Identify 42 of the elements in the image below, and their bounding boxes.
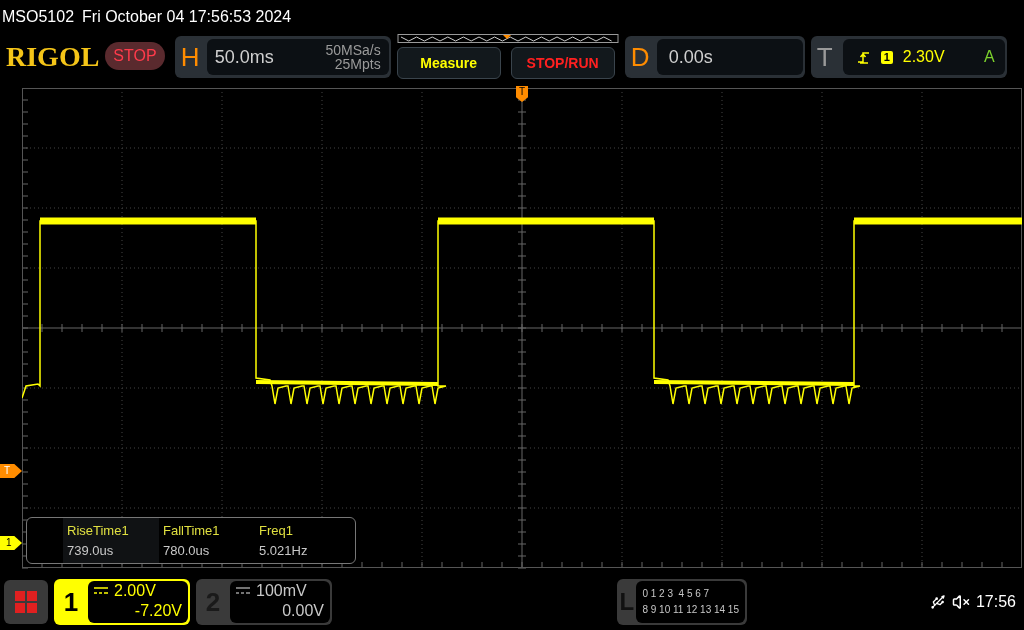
trigger-panel[interactable]: T 1 2.30V A [810, 36, 1007, 78]
trigger-position-marker[interactable]: T [516, 86, 528, 102]
usb-icon [929, 594, 946, 610]
dc-coupling-icon [94, 587, 108, 595]
logic-channels-high: 8 9 10 11 12 13 14 15 [642, 603, 739, 617]
memory-depth: 25Mpts [334, 57, 381, 71]
delay-value: 0.00s [668, 45, 713, 69]
sample-rate: 50MSa/s [325, 43, 381, 57]
trigger-key: T [816, 37, 843, 77]
clock-time: 17:56 [975, 592, 1016, 612]
measurement-name: FallTime1 [163, 522, 221, 540]
channel-number: 1 [62, 585, 80, 619]
menu-button[interactable] [4, 580, 48, 624]
channel-marker[interactable]: 1 [0, 536, 22, 550]
horizontal-key: H [180, 37, 207, 77]
channel-scale: 2.00V [114, 581, 156, 601]
stop-run-button[interactable]: STOP/RUN [510, 47, 615, 79]
measurement-value: 739.0us [67, 541, 115, 560]
measure-button[interactable]: Measure [396, 47, 501, 79]
logic-channels-low: 0 1 2 3 4 5 6 7 [642, 587, 711, 601]
rising-edge-icon [856, 50, 871, 64]
horizontal-panel[interactable]: H 50.0ms 50MSa/s 25Mpts [174, 36, 391, 78]
channel-offset: 0.00V [282, 601, 324, 621]
channel-panel[interactable]: 1 2.00V -7.20V [54, 579, 190, 625]
delay-key: D [630, 37, 657, 77]
trigger-source-badge: 1 [880, 50, 893, 64]
timebase-value: 50.0ms [214, 45, 274, 69]
measurement-name: Freq1 [259, 522, 294, 540]
muted-speaker-icon[interactable] [951, 593, 970, 611]
trigger-mode: A [983, 47, 995, 67]
measurement-name: RiseTime1 [67, 522, 130, 540]
menu-icon [15, 591, 37, 613]
trigger-level: 2.30V [902, 47, 945, 67]
channel-offset: -7.20V [134, 601, 182, 621]
measurement-value: 780.0us [163, 541, 211, 560]
delay-panel[interactable]: D 0.00s [624, 36, 805, 78]
brand-logo: RIGOL [6, 40, 100, 74]
date-time: Fri October 04 17:56:53 2024 [82, 7, 292, 27]
model-name: MSO5102 [2, 7, 75, 27]
channel-scale: 100mV [256, 581, 307, 601]
dc-coupling-icon [236, 587, 250, 595]
measurement-value: 5.021Hz [259, 541, 309, 560]
